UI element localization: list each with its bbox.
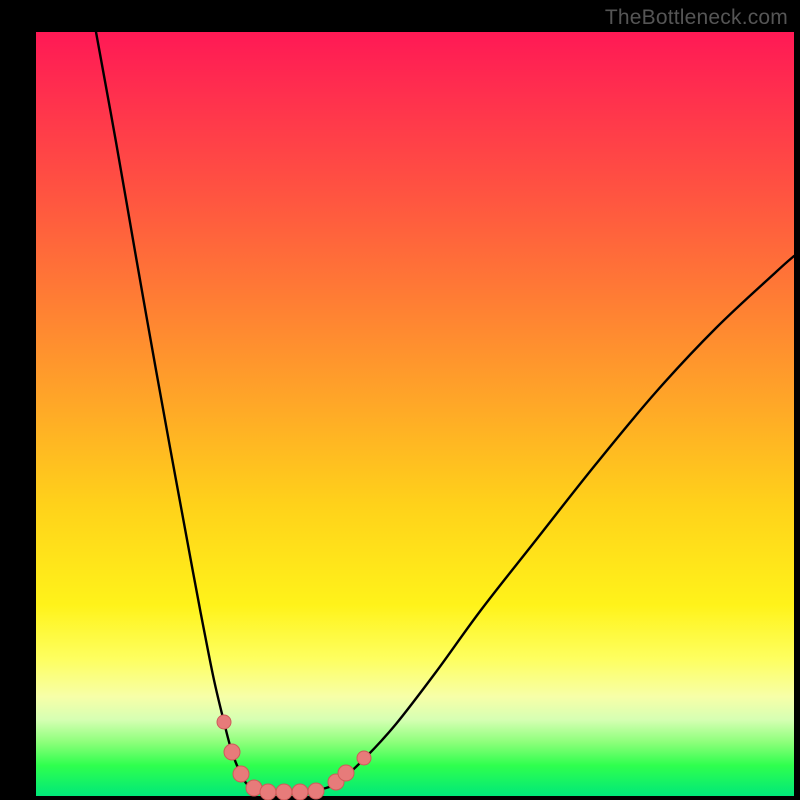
- watermark-text: TheBottleneck.com: [605, 6, 788, 30]
- chart-svg: [36, 32, 794, 796]
- curve-marker: [292, 784, 308, 800]
- curve-marker: [233, 766, 249, 782]
- curve-marker: [217, 715, 231, 729]
- markers-group: [217, 715, 371, 800]
- plot-area: [36, 32, 794, 796]
- chart-frame: TheBottleneck.com: [0, 0, 800, 800]
- curve-marker: [260, 784, 276, 800]
- curve-marker: [276, 784, 292, 800]
- curve-marker: [338, 765, 354, 781]
- curve-marker: [357, 751, 371, 765]
- curve-marker: [246, 780, 262, 796]
- curve-marker: [224, 744, 240, 760]
- v-curve-path: [96, 32, 794, 793]
- curve-marker: [308, 783, 324, 799]
